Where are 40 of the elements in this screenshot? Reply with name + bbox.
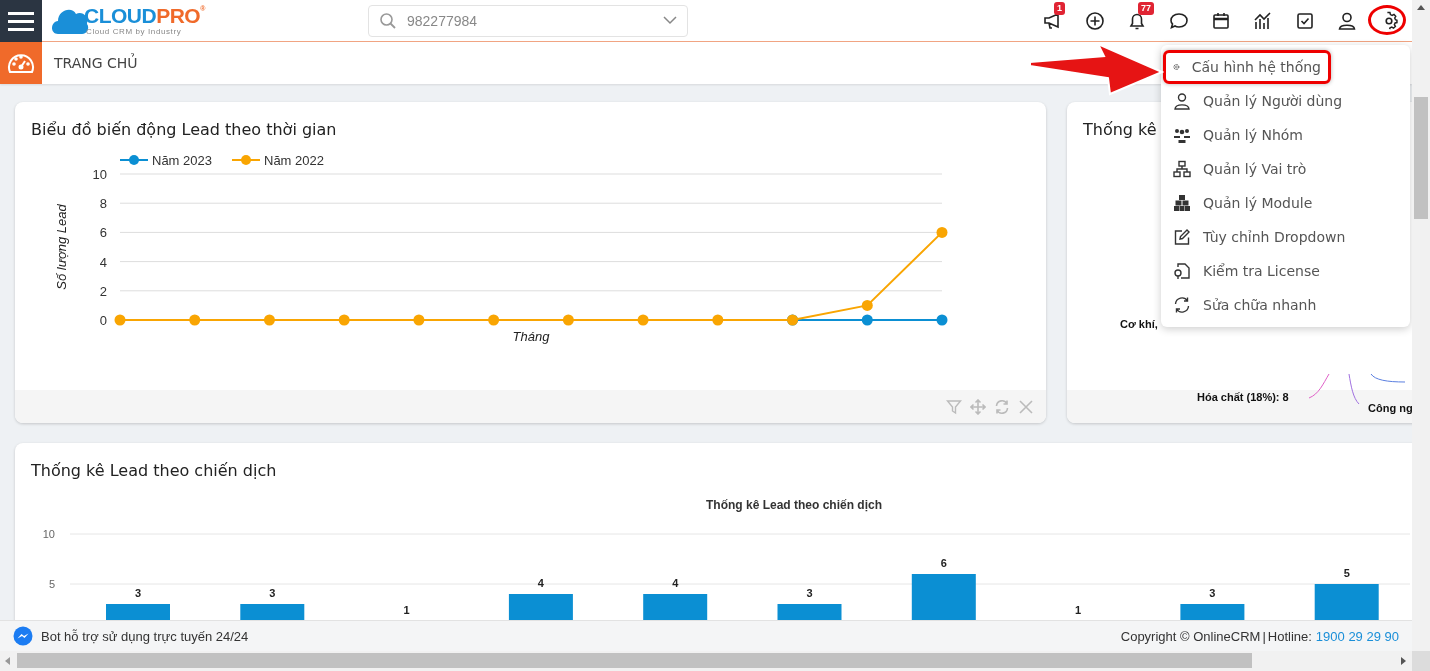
x-axis-label: Tháng [512, 329, 550, 344]
data-label: 1 [403, 604, 410, 616]
logo-text: PRO [156, 5, 201, 27]
axis-tick-label: 8 [99, 196, 107, 212]
separator-text: | [1262, 628, 1266, 644]
axis-tick-label: 6 [99, 225, 107, 241]
data-label: 3 [806, 587, 813, 599]
notification-badge: 1 [1054, 1, 1065, 15]
legend-item: Năm 2022 [231, 153, 324, 168]
data-label: 6 [940, 557, 947, 569]
data-label: 3 [269, 587, 276, 599]
chart-title: Thống kê Lead theo chiến dịch [706, 498, 882, 512]
card-title: Thống kê [1083, 119, 1157, 141]
data-label: 4 [537, 577, 544, 589]
data-label: 4 [672, 577, 679, 589]
page-title: TRANG CHỦ [54, 55, 138, 71]
legend-label: Năm 2022 [264, 153, 324, 168]
axis-tick-label: 5 [48, 578, 55, 590]
pie-slice-label: Cơ khí, [1120, 318, 1158, 330]
hotline-label: Hotline: [1267, 628, 1312, 644]
axis-tick-label: 2 [99, 283, 107, 299]
pie-slice-label: Công ng [1368, 402, 1412, 414]
card-title: Biểu đồ biến động Lead theo thời gian [30, 119, 338, 141]
pie-slice-label: Hóa chất (18%): 8 [1197, 391, 1289, 403]
axis-tick-label: 10 [42, 528, 55, 540]
card-title: Thống kê Lead theo chiến dịch [30, 460, 278, 482]
data-label: 3 [1209, 587, 1216, 599]
legend-label: Năm 2023 [152, 153, 212, 168]
data-label: 3 [134, 587, 142, 599]
legend-item: Năm 2023 [119, 153, 212, 168]
axis-tick-label: 4 [99, 254, 107, 270]
logo-tagline: Cloud CRM by Industry [86, 27, 183, 36]
notification-badge: 77 [1138, 1, 1154, 15]
logo-text: CLOUD [84, 5, 157, 27]
data-label: 5 [1343, 567, 1350, 579]
axis-tick-label: 0 [99, 313, 107, 328]
data-label: 1 [1075, 604, 1082, 616]
y-axis-label: Số lượng Lead [54, 204, 69, 290]
copyright-text: Copyright © OnlineCRM [1120, 628, 1261, 644]
axis-tick-label: 10 [92, 167, 107, 182]
